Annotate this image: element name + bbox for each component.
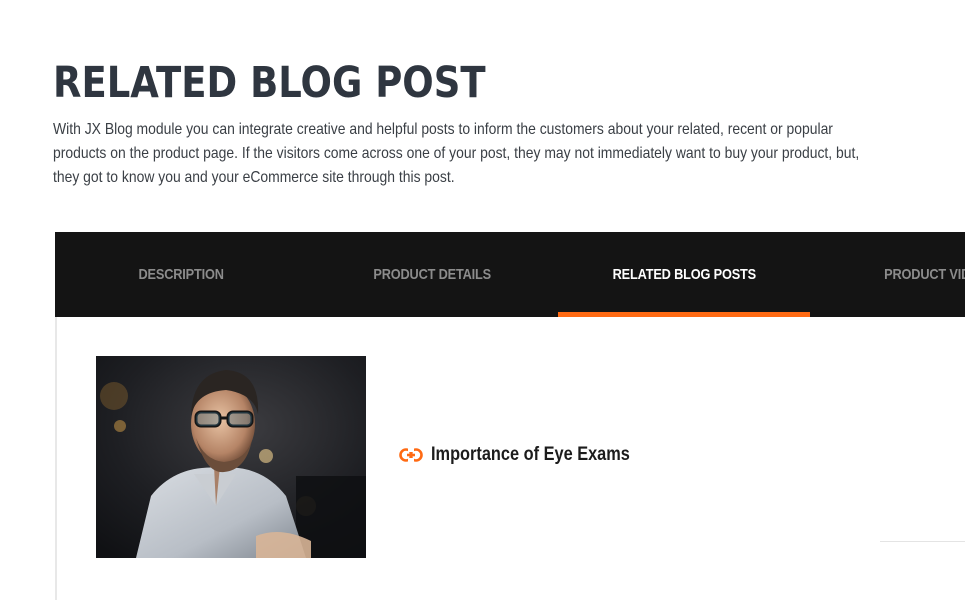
blog-post-link[interactable]: Importance of Eye Exams xyxy=(399,444,662,466)
link-icon xyxy=(399,448,423,462)
page-title: RELATED BLOG POST xyxy=(53,58,486,108)
section-description: With JX Blog module you can integrate cr… xyxy=(53,121,860,186)
tab-label: RELATED BLOG POSTS xyxy=(612,266,756,283)
page: RELATED BLOG POST With JX Blog module yo… xyxy=(0,0,965,600)
blog-post-image[interactable] xyxy=(96,356,366,558)
tab-related-blog-posts[interactable]: RELATED BLOG POSTS xyxy=(558,232,810,317)
tab-label: PRODUCT VIDEO xyxy=(883,266,965,283)
tab-product-details[interactable]: PRODUCT DETAILS xyxy=(306,232,558,317)
divider xyxy=(880,541,965,542)
blog-post-title: Importance of Eye Exams xyxy=(431,444,630,465)
tab-label: PRODUCT DETAILS xyxy=(373,266,491,283)
tab-label: DESCRIPTION xyxy=(138,266,224,283)
tab-product-video[interactable]: PRODUCT VIDEO xyxy=(810,232,965,317)
tab-description[interactable]: DESCRIPTION xyxy=(55,232,307,317)
product-tabs: DESCRIPTION PRODUCT DETAILS RELATED BLOG… xyxy=(55,232,965,317)
